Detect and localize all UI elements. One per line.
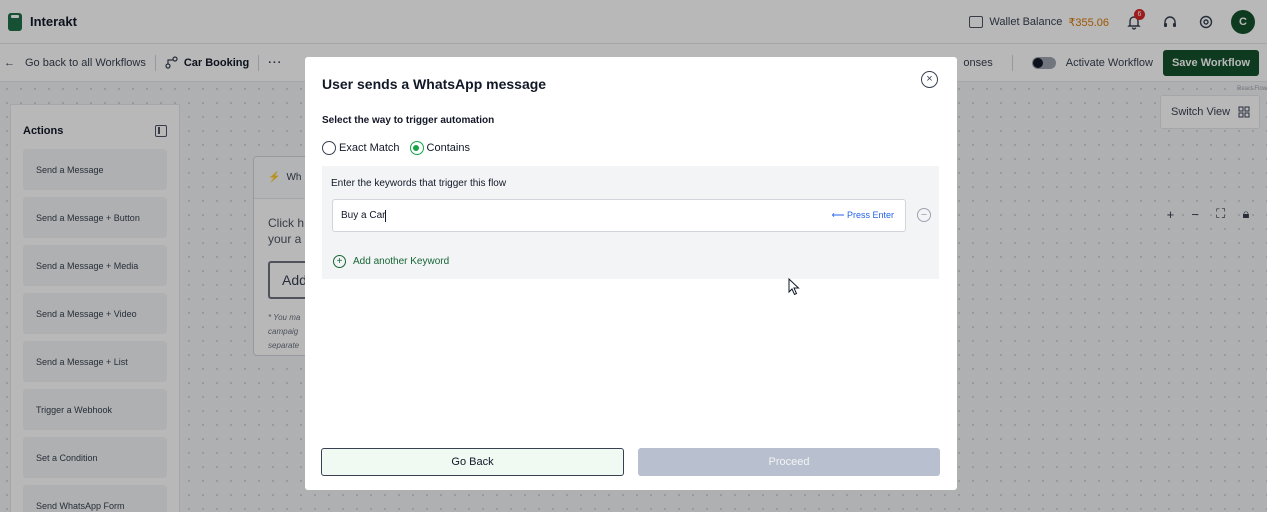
mouse-cursor-icon xyxy=(788,278,800,296)
modal-title: User sends a WhatsApp message xyxy=(322,76,547,92)
go-back-button[interactable]: Go Back xyxy=(321,448,624,476)
trigger-method-radios: Exact Match Contains xyxy=(322,141,470,155)
trigger-modal: User sends a WhatsApp message × Select t… xyxy=(305,57,957,490)
radio-exact-match[interactable]: Exact Match xyxy=(322,141,400,155)
add-keyword-button[interactable]: + Add another Keyword xyxy=(333,255,449,268)
radio-contains-circle[interactable] xyxy=(409,141,424,155)
keywords-label: Enter the keywords that trigger this flo… xyxy=(331,178,507,189)
radio-contains-label: Contains xyxy=(426,142,470,154)
keyword-value: Buy a Car xyxy=(341,210,386,221)
keyword-input[interactable]: Buy a Car ⟵ Press Enter xyxy=(332,199,906,232)
remove-keyword-icon[interactable]: − xyxy=(917,208,931,222)
close-icon[interactable]: × xyxy=(921,71,938,88)
text-caret xyxy=(385,209,387,222)
proceed-button[interactable]: Proceed xyxy=(638,448,940,476)
plus-circle-icon: + xyxy=(333,255,346,268)
radio-exact-match-label: Exact Match xyxy=(339,142,400,154)
radio-contains[interactable]: Contains xyxy=(409,141,470,155)
radio-exact-match-circle[interactable] xyxy=(322,141,336,155)
press-enter-hint: ⟵ Press Enter xyxy=(831,210,894,220)
keywords-section: Enter the keywords that trigger this flo… xyxy=(322,166,939,279)
trigger-method-label: Select the way to trigger automation xyxy=(322,115,495,126)
add-keyword-label: Add another Keyword xyxy=(353,256,450,267)
